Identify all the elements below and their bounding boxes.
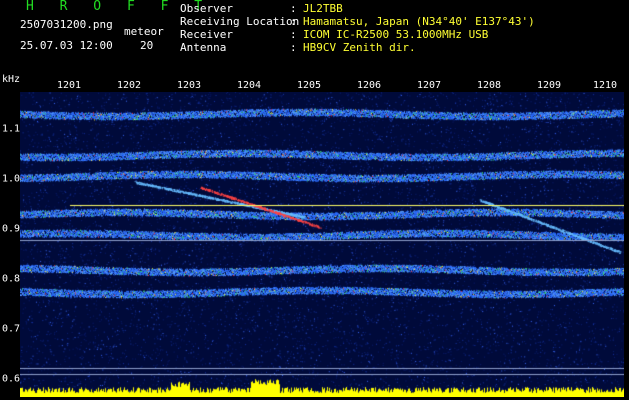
observer-label: Observer bbox=[180, 2, 233, 15]
x-tick-label: 1204 bbox=[236, 80, 262, 91]
y-tick-label: 1.0 bbox=[2, 173, 21, 185]
header-panel: H R O F F T 2507031200.png meteor 25.07.… bbox=[0, 0, 629, 72]
filename-text: 2507031200.png bbox=[20, 18, 113, 31]
antenna-value: HB9CV Zenith dir. bbox=[303, 41, 416, 54]
x-tick-label: 1209 bbox=[536, 80, 562, 91]
x-tick-label: 1202 bbox=[116, 80, 142, 91]
x-tick-label: 1201 bbox=[56, 80, 82, 91]
antenna-label: Antenna bbox=[180, 41, 227, 54]
x-tick-label: 1207 bbox=[416, 80, 442, 91]
y-tick-label: 0.7 bbox=[2, 323, 21, 335]
spectrogram-canvas bbox=[20, 92, 624, 397]
receiver-separator: : bbox=[290, 28, 297, 41]
meteor-label: meteor bbox=[124, 25, 164, 38]
meteor-count: 20 bbox=[140, 39, 154, 52]
y-tick-label: 0.9 bbox=[2, 223, 21, 235]
x-tick-label: 1206 bbox=[356, 80, 382, 91]
receiver-label: Receiver bbox=[180, 28, 233, 41]
x-tick-label: 1208 bbox=[476, 80, 502, 91]
y-tick-label: 0.8 bbox=[2, 273, 21, 285]
location-value: Hamamatsu, Japan (N34°40' E137°43') bbox=[303, 15, 535, 28]
y-tick-label: 0.6 bbox=[2, 373, 21, 385]
datetime-text: 25.07.03 12:00 bbox=[20, 39, 113, 52]
observer-value: JL2TBB bbox=[303, 2, 343, 15]
location-separator: : bbox=[290, 15, 297, 28]
location-label: Receiving Location bbox=[180, 15, 300, 28]
x-tick-label: 1203 bbox=[176, 80, 202, 91]
y-axis-unit: kHz bbox=[2, 74, 21, 85]
spectrogram-plot bbox=[20, 92, 624, 397]
x-tick-label: 1205 bbox=[296, 80, 322, 91]
x-tick-label: 1210 bbox=[592, 80, 618, 91]
y-tick-label: 1.1 bbox=[2, 123, 21, 135]
antenna-separator: : bbox=[290, 41, 297, 54]
observer-separator: : bbox=[290, 2, 297, 15]
receiver-value: ICOM IC-R2500 53.1000MHz USB bbox=[303, 28, 489, 41]
